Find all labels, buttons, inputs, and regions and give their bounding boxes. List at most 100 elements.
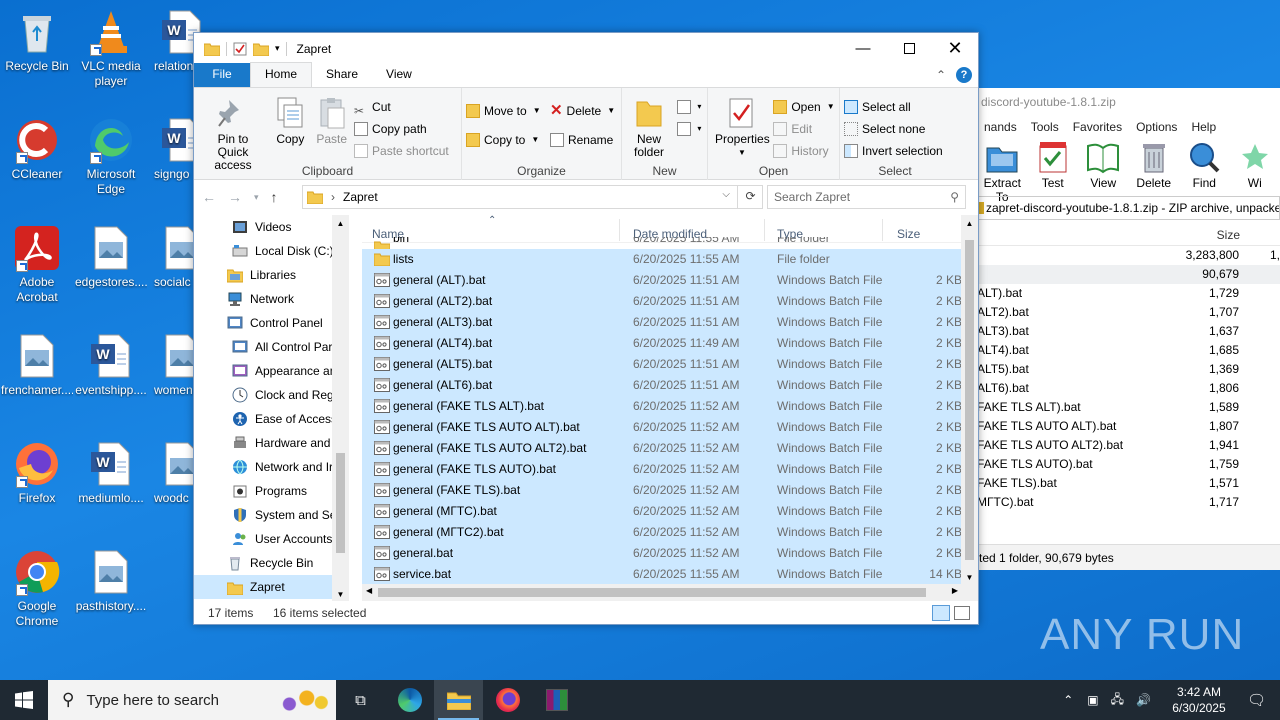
winrar-menu-item[interactable]: Favorites (1066, 116, 1129, 138)
taskbar-firefox[interactable] (483, 680, 532, 720)
details-view-icon[interactable] (932, 605, 950, 621)
network-icon[interactable]: 🖧 (1111, 690, 1124, 711)
file-list-scrollbar[interactable]: ▲ ▼ (961, 215, 978, 584)
desktop-icon-mediumlo[interactable]: Wmediumlo.... (75, 440, 147, 506)
start-button[interactable] (0, 680, 48, 720)
address-dropdown-icon[interactable]: ⌵ (722, 189, 730, 200)
nav-scroll-up-icon[interactable]: ▲ (332, 219, 349, 228)
winrar-wizard-button[interactable]: Wi (1230, 138, 1280, 194)
file-row[interactable]: general (FAKE TLS AUTO).bat 6/20/2025 11:… (362, 459, 962, 480)
horizontal-scroll-thumb[interactable] (378, 588, 926, 597)
collapse-ribbon-icon[interactable]: ⌃ (936, 68, 946, 82)
copy-to-button[interactable]: Copy to ▼ (466, 125, 541, 154)
tab-home[interactable]: Home (250, 62, 313, 87)
desktop-icon-vlc-media-player[interactable]: VLC media player (75, 8, 147, 89)
file-row[interactable]: general (ALT4).bat 6/20/2025 11:49 AM Wind… (362, 333, 962, 354)
winrar-row[interactable]: 90,679 (975, 265, 1280, 284)
file-row[interactable]: general (ALT2).bat 6/20/2025 11:51 AM Wind… (362, 291, 962, 312)
winrar-row[interactable]: ALT4).bat 1,685 (975, 341, 1280, 360)
winrar-menu-item[interactable]: Help (1184, 116, 1223, 138)
winrar-view-button[interactable]: View (1078, 138, 1129, 194)
volume-icon[interactable]: 🔊 (1136, 693, 1151, 707)
tab-file[interactable]: File (194, 63, 250, 87)
winrar-test-button[interactable]: Test (1028, 138, 1079, 194)
file-row[interactable]: service.bat 6/20/2025 11:55 AM Windows Bat… (362, 564, 962, 585)
file-row[interactable]: general (ALT).bat 6/20/2025 11:51 AM Windo… (362, 270, 962, 291)
taskbar-file-explorer[interactable] (434, 680, 483, 720)
desktop-icon-google-chrome[interactable]: Google Chrome (1, 548, 73, 629)
nav-item-user-accounts[interactable]: User Accounts (194, 527, 349, 551)
nav-item-zapret[interactable]: Zapret (194, 575, 349, 599)
desktop-icon-recycle-bin[interactable]: Recycle Bin (1, 8, 73, 74)
up-arrow-icon[interactable]: ↑ (271, 189, 278, 205)
file-row[interactable]: general (FAKE TLS).bat 6/20/2025 11:52 AM… (362, 480, 962, 501)
taskbar-winrar[interactable] (532, 680, 581, 720)
nav-item-network[interactable]: Network (194, 287, 349, 311)
winrar-find-button[interactable]: Find (1179, 138, 1230, 194)
winrar-row[interactable]: FAKE TLS AUTO ALT2).bat 1,941 (975, 436, 1280, 455)
tab-view[interactable]: View (372, 63, 426, 87)
notifications-icon[interactable]: 🗨 (1247, 691, 1266, 709)
winrar-row[interactable]: ALT).bat 1,729 (975, 284, 1280, 303)
file-row[interactable]: general (ALT3).bat 6/20/2025 11:51 AM Wind… (362, 312, 962, 333)
winrar-window[interactable]: discord-youtube-1.8.1.zip nands Tools Favo… (975, 88, 1280, 570)
nav-item-hardware-and[interactable]: Hardware and (194, 431, 349, 455)
edit-button[interactable]: Edit (773, 118, 834, 140)
back-arrow-icon[interactable]: ← (202, 189, 216, 205)
file-scroll-thumb[interactable] (965, 240, 974, 560)
easy-access-button[interactable]: ▾ (677, 118, 701, 140)
desktop-icon-firefox[interactable]: Firefox (1, 440, 73, 506)
winrar-row[interactable]: FAKE TLS).bat 1,571 (975, 474, 1280, 493)
history-button[interactable]: History (773, 140, 834, 162)
minimize-button[interactable]: — (840, 33, 886, 63)
nav-item-control-panel[interactable]: Control Panel (194, 311, 349, 335)
new-folder-button[interactable]: New folder (626, 92, 672, 159)
nav-item-ease-of-access[interactable]: Ease of Access (194, 407, 349, 431)
navigation-scrollbar[interactable]: ▲ ▼ (332, 215, 349, 601)
paste-shortcut-button[interactable]: Paste shortcut (354, 140, 449, 162)
winrar-row[interactable]: FAKE TLS AUTO).bat 1,759 (975, 455, 1280, 474)
nav-item-videos[interactable]: Videos (194, 215, 349, 239)
nav-item-local-disk-c[interactable]: Local Disk (C:) (194, 239, 349, 263)
rename-button[interactable]: Rename (549, 125, 615, 154)
nav-item-all-control-par[interactable]: All Control Par (194, 335, 349, 359)
taskbar-search[interactable]: ⚲ Type here to search (48, 680, 336, 720)
file-row[interactable]: general (ALT5).bat 6/20/2025 11:51 AM Wind… (362, 354, 962, 375)
scroll-up-icon[interactable]: ▲ (961, 219, 978, 228)
desktop-icon-eventshipp[interactable]: Weventshipp.... (75, 332, 147, 398)
file-row[interactable]: general (МГТС2).bat 6/20/2025 11:52 AM Win… (362, 522, 962, 543)
forward-arrow-icon[interactable]: → (228, 189, 242, 205)
winrar-extract-to-button[interactable]: Extract To (977, 138, 1028, 204)
title-bar[interactable]: ▾ Zapret — ✕ (194, 33, 978, 64)
file-row[interactable]: general (МГТС).bat 6/20/2025 11:52 AM Wind… (362, 501, 962, 522)
scroll-left-icon[interactable]: ◀ (366, 586, 372, 595)
invert-selection-button[interactable]: Invert selection (844, 140, 943, 162)
desktop-icon-adobe-acrobat[interactable]: Adobe Acrobat (1, 224, 73, 305)
show-hidden-icons-icon[interactable]: ⌃ (1063, 693, 1073, 707)
winrar-row[interactable]: FAKE TLS ALT).bat 1,589 (975, 398, 1280, 417)
nav-item-programs[interactable]: Programs (194, 479, 349, 503)
close-button[interactable]: ✕ (932, 33, 978, 63)
clock[interactable]: 3:42 AM 6/30/2025 (1161, 684, 1237, 716)
file-row[interactable]: general (FAKE TLS AUTO ALT).bat 6/20/2025… (362, 417, 962, 438)
recent-dropdown-icon[interactable]: ▾ (254, 192, 259, 203)
file-row[interactable]: general (FAKE TLS AUTO ALT2).bat 6/20/202… (362, 438, 962, 459)
move-to-button[interactable]: Move to ▼ (466, 96, 541, 125)
tab-share[interactable]: Share (312, 63, 372, 87)
winrar-menu-item[interactable]: nands (977, 116, 1024, 138)
cut-button[interactable]: ✂ Cut (354, 96, 449, 118)
new-folder-icon[interactable] (253, 42, 269, 56)
nav-item-appearance-an[interactable]: Appearance an (194, 359, 349, 383)
select-all-button[interactable]: Select all (844, 96, 943, 118)
horizontal-scrollbar[interactable]: ◀ ▶ (362, 584, 978, 601)
properties-button[interactable]: Properties ▼ (712, 92, 770, 159)
winrar-row[interactable]: ALT3).bat 1,637 (975, 322, 1280, 341)
winrar-row[interactable]: ALT5).bat 1,369 (975, 360, 1280, 379)
nav-item-libraries[interactable]: Libraries (194, 263, 349, 287)
task-view-button[interactable]: ⧉ (336, 680, 385, 720)
winrar-menu-item[interactable]: Tools (1024, 116, 1066, 138)
file-row[interactable]: general (ALT6).bat 6/20/2025 11:51 AM Wind… (362, 375, 962, 396)
desktop-icon-ccleaner[interactable]: CCleaner (1, 116, 73, 182)
nav-item-system-and-sec[interactable]: System and Sec (194, 503, 349, 527)
nav-scroll-thumb[interactable] (336, 453, 345, 553)
